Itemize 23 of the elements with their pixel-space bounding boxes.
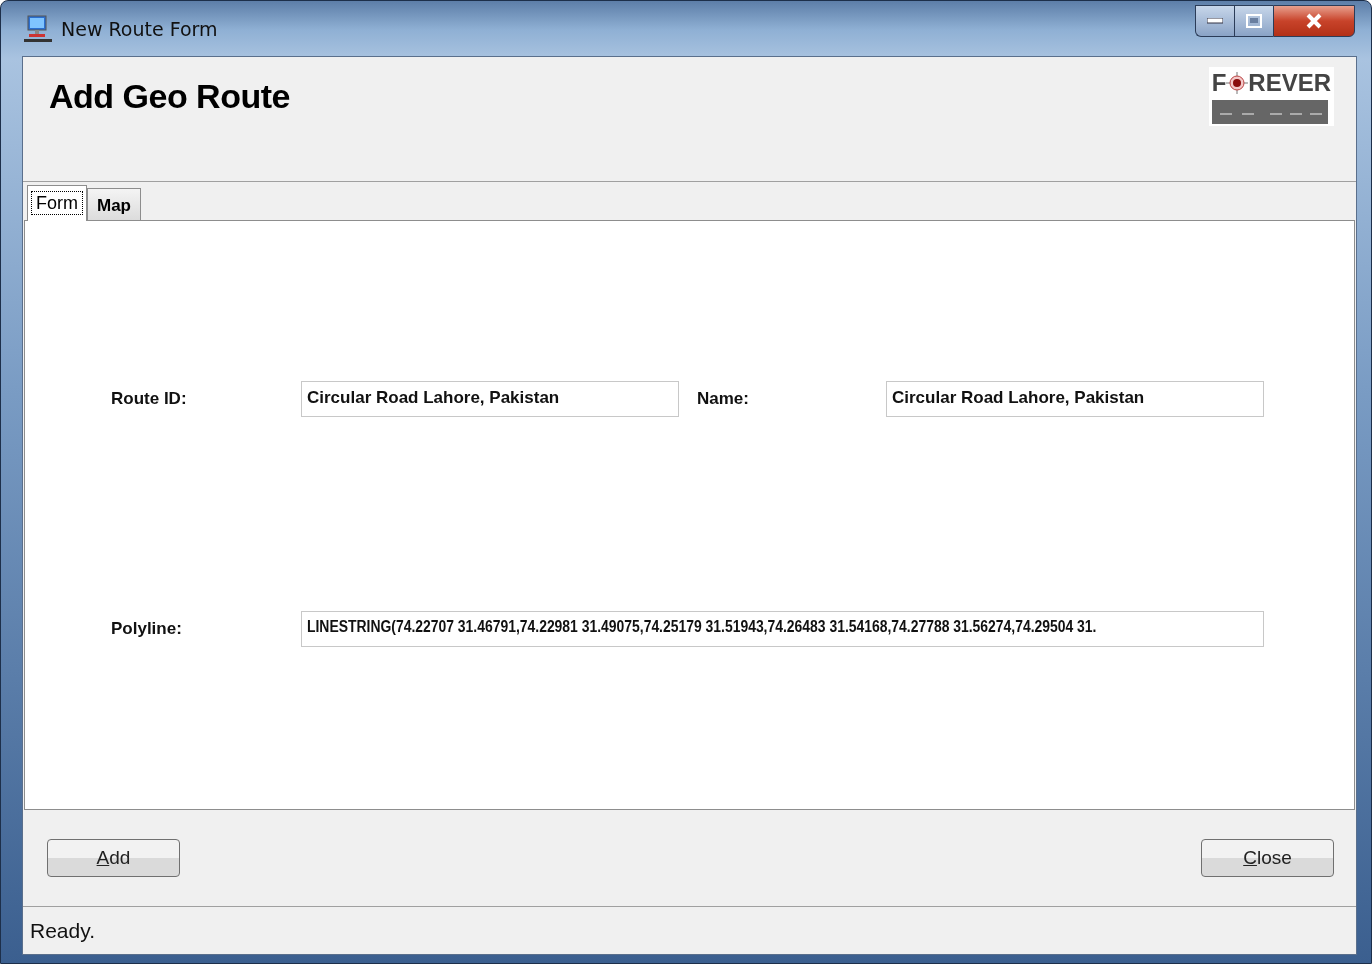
page-title: Add Geo Route: [49, 77, 290, 116]
tab[interactable]: Form: [27, 185, 87, 221]
polyline-field[interactable]: LINESTRING(74.22707 31.46791,74.22981 31.49075,74.25179 31.51943,74.26483 31.54168,74.27788 31.56274,74.29504 31.: [301, 611, 1264, 647]
maximize-button[interactable]: [1234, 5, 1273, 37]
field-label: Polyline:: [111, 619, 183, 639]
tab[interactable]: Map: [87, 188, 141, 220]
minimize-button[interactable]: [1195, 5, 1234, 37]
crosshair-icon: [1226, 71, 1249, 95]
minimize-icon: [1207, 18, 1223, 24]
window-title: New Route Form: [61, 17, 219, 40]
field-label: Route ID:: [111, 389, 188, 409]
close-icon: [1305, 13, 1323, 29]
logo-text: REVER: [1248, 69, 1331, 97]
logo-text: F: [1211, 69, 1227, 97]
status-text: Ready.: [30, 918, 95, 943]
dialog-button[interactable]: Close: [1201, 839, 1334, 877]
computer-icon: [23, 13, 53, 44]
name-field[interactable]: Circular Road Lahore, Pakistan: [886, 381, 1264, 417]
route-id-field[interactable]: Circular Road Lahore, Pakistan: [301, 381, 679, 417]
close-button[interactable]: [1273, 5, 1355, 37]
maximize-icon: [1246, 14, 1262, 28]
dialog-button[interactable]: Add: [47, 839, 180, 877]
field-label: Name:: [697, 389, 750, 409]
